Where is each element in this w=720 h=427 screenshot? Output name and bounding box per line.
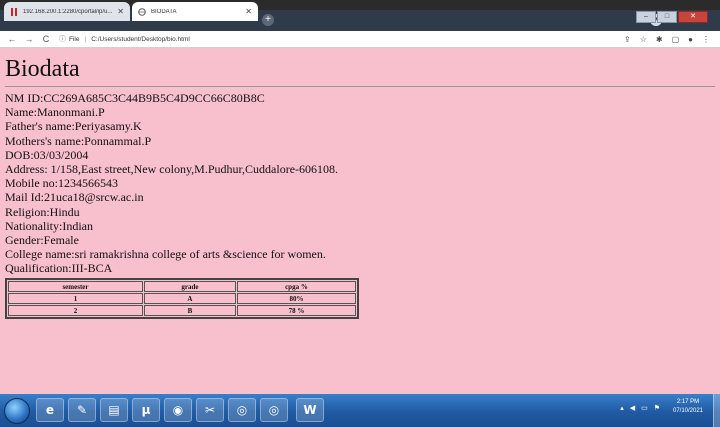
mail-line: Mail Id:21uca18@srcw.ac.in	[5, 190, 144, 205]
word-icon[interactable]: W	[296, 398, 324, 422]
media-icon[interactable]: ◉	[164, 398, 192, 422]
clock-time: 2:17 PM	[676, 399, 700, 405]
table-cell: 80%	[236, 293, 356, 304]
new-tab-icon[interactable]: +	[262, 14, 274, 26]
tool-icon[interactable]: ✂	[196, 398, 224, 422]
tab-portal[interactable]: 192.168.200.1:2280/cportal/ip/u... ✕	[4, 2, 130, 21]
explorer-icon[interactable]: ▤	[100, 398, 128, 422]
gender-line: Gender:Female	[5, 233, 79, 248]
table-cell: 2	[8, 305, 143, 316]
system-tray: ▴ ◀ ▭ ⚑	[620, 404, 660, 412]
volume-icon[interactable]: ◀	[630, 404, 635, 412]
taskbar-clock[interactable]: 2:17 PM 07/10/2021	[666, 398, 710, 416]
father-name-line: Father's name:Periyasamy.K	[5, 119, 142, 134]
table-cell: 1	[8, 293, 143, 304]
extensions-icon[interactable]: ✱	[656, 35, 663, 44]
url-text[interactable]: C:/Users/student/Desktop/bio.html	[91, 36, 190, 43]
ie-icon[interactable]: e	[36, 398, 64, 422]
horizontal-rule	[5, 86, 715, 87]
url-scheme-label: File	[69, 35, 80, 43]
menu-icon[interactable]: ⋮	[702, 35, 710, 44]
table-header-row: semester grade cpga %	[8, 281, 356, 292]
nm-id-line: NM ID:CC269A685C3C44B9B5C4D9CC66C80B8C	[5, 91, 265, 105]
dob-line: DOB:03/03/2004	[5, 147, 89, 162]
table-row: 2 B 78 %	[8, 305, 356, 316]
show-desktop-button[interactable]	[713, 394, 720, 427]
minimize-icon[interactable]: ‒	[636, 11, 656, 23]
mobile-line: Mobile no:1234566543	[5, 176, 118, 191]
page-content: Biodata NM ID:CC269A685C3C44B9B5C4D9CC66…	[0, 48, 720, 394]
table-cell: A	[143, 293, 236, 304]
window-controls: ‒ □ ✕	[636, 11, 708, 23]
column-header: cpga %	[236, 281, 356, 292]
profile-icon[interactable]: ●	[688, 35, 693, 44]
close-icon[interactable]: ✕	[245, 7, 252, 16]
reload-icon[interactable]: C	[41, 34, 51, 44]
forward-icon[interactable]: →	[24, 34, 34, 44]
flag-icon[interactable]: ⚑	[654, 404, 660, 412]
tab-title: 192.168.200.1:2280/cportal/ip/u...	[23, 8, 113, 15]
maximize-icon[interactable]: □	[657, 11, 677, 23]
tab-biodata[interactable]: BIODATA ✕	[132, 2, 258, 21]
name-line: Name:Manonmani.P	[5, 105, 105, 120]
college-line: College name:sri ramakrishna college of …	[5, 247, 326, 262]
tab-title: BIODATA	[151, 8, 177, 15]
qualification-line: Qualification:III-BCA	[5, 261, 113, 276]
utorrent-icon[interactable]: µ	[132, 398, 160, 422]
mother-name-line: Mothers's name:Ponnammal.P	[5, 133, 152, 148]
paint-icon[interactable]: ✎	[68, 398, 96, 422]
column-header: semester	[8, 281, 143, 292]
sidepanel-icon[interactable]: ▢	[672, 35, 680, 44]
chrome-icon[interactable]: ◎	[260, 398, 288, 422]
window-close-icon[interactable]: ✕	[678, 11, 708, 23]
toolbar-actions: ⇪ ☆ ✱ ▢ ● ⋮	[624, 31, 710, 47]
table-cell: B	[143, 305, 236, 316]
url-separator: |	[84, 35, 87, 43]
nationality-line: Nationality:Indian	[5, 218, 93, 233]
religion-line: Religion:Hindu	[5, 204, 80, 219]
clock-date: 07/10/2021	[672, 408, 704, 414]
start-button[interactable]	[4, 398, 30, 424]
table-cell: 78 %	[236, 305, 356, 316]
biodata-details: NM ID:CC269A685C3C44B9B5C4D9CC66C80B8C N…	[5, 91, 338, 276]
chrome-icon[interactable]: ◎	[228, 398, 256, 422]
browser-toolbar: ← → C ⓘ File | C:/Users/student/Desktop/…	[0, 31, 720, 48]
chevron-up-icon[interactable]: ▴	[620, 404, 624, 412]
info-icon[interactable]: ⓘ	[59, 34, 66, 44]
table-row: 1 A 80%	[8, 293, 356, 304]
share-icon[interactable]: ⇪	[624, 35, 631, 44]
back-icon[interactable]: ←	[7, 34, 17, 44]
pause-icon	[10, 7, 18, 16]
address-line: Address: 1/158,East street,New colony,M.…	[5, 162, 339, 177]
star-icon[interactable]: ☆	[640, 35, 647, 44]
globe-icon	[138, 7, 146, 16]
close-icon[interactable]: ✕	[117, 7, 124, 16]
grades-table: semester grade cpga % 1 A 80% 2 B 78 %	[5, 278, 359, 319]
network-icon[interactable]: ▭	[641, 404, 648, 412]
address-bar[interactable]: ⓘ File | C:/Users/student/Desktop/bio.ht…	[59, 34, 190, 44]
column-header: grade	[143, 281, 236, 292]
page-title: Biodata	[5, 56, 80, 82]
